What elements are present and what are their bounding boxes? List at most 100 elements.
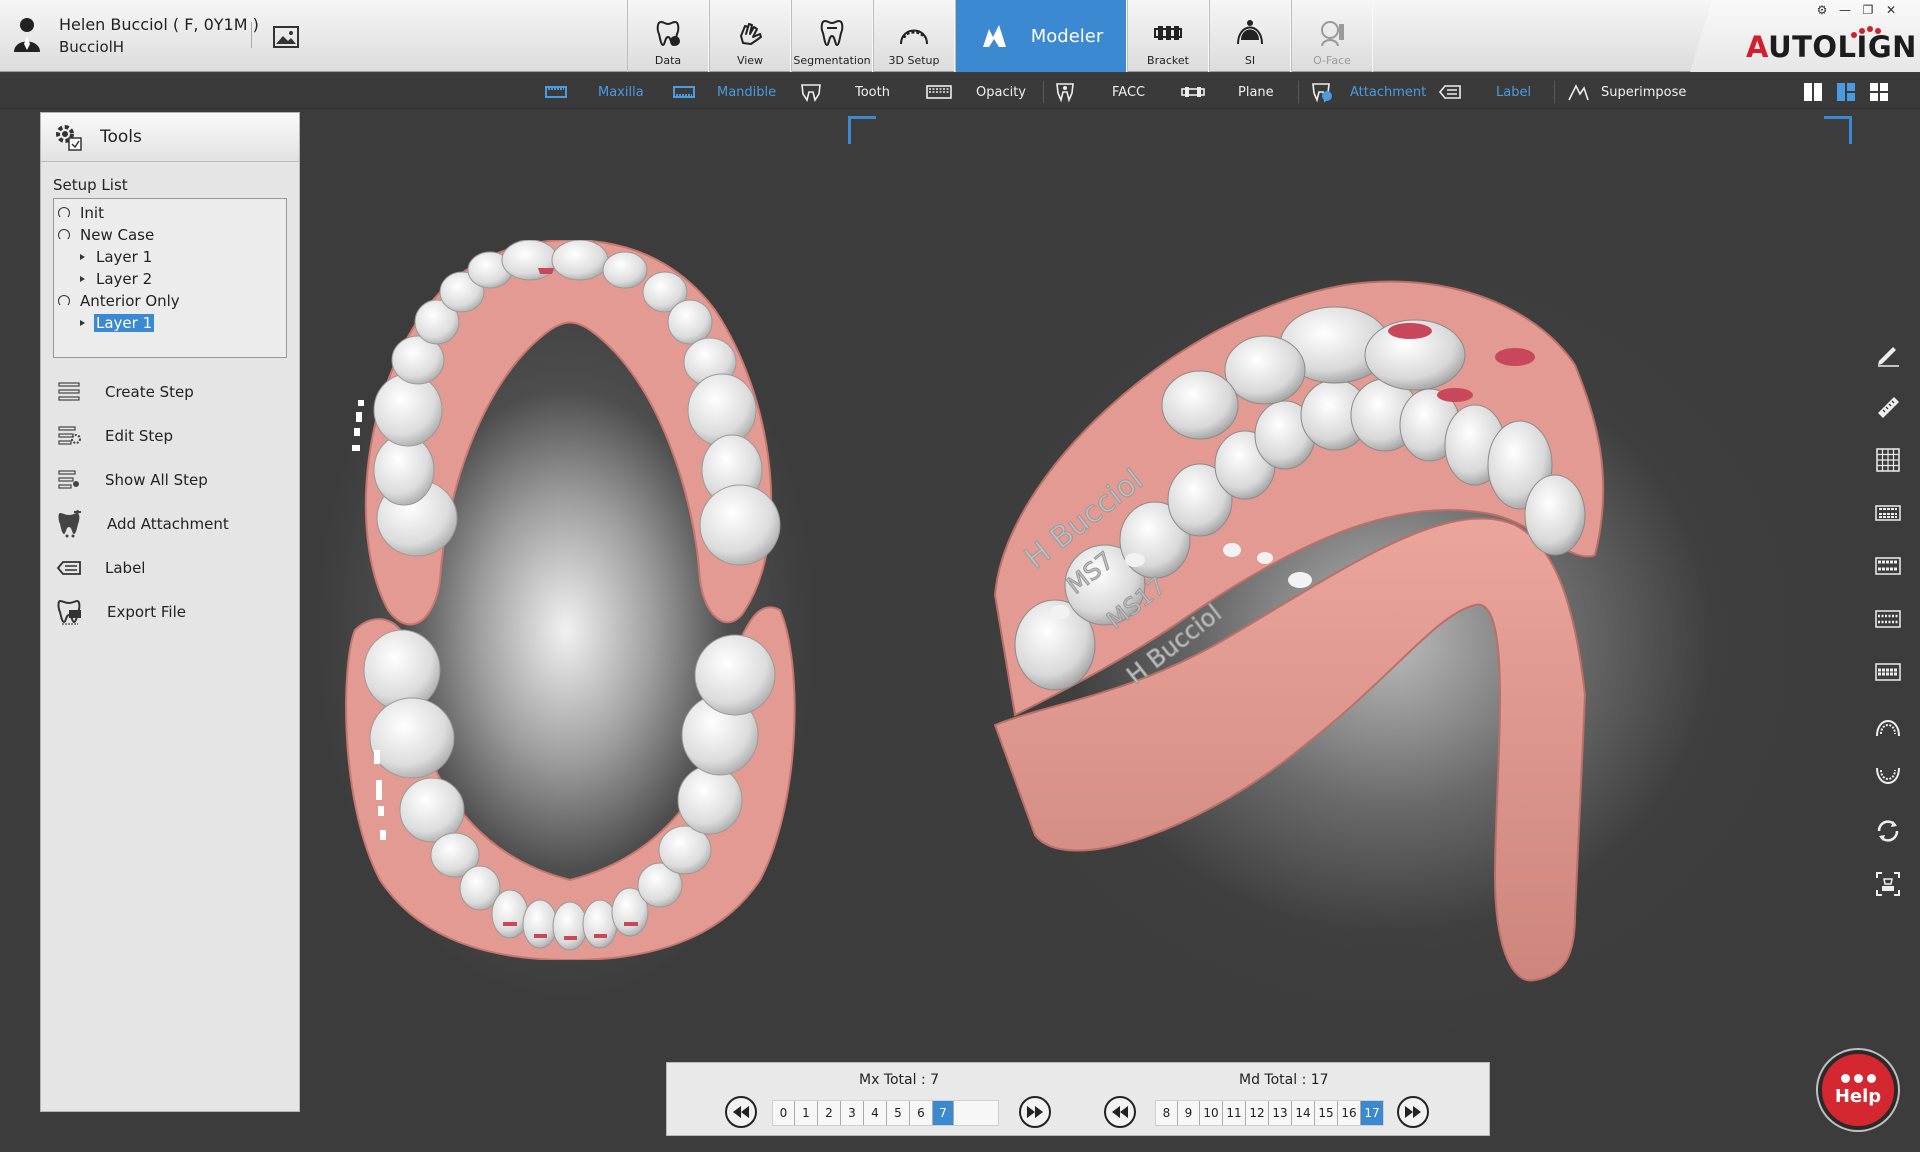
create-step-button[interactable]: Create Step [41, 370, 299, 414]
edit-step-button[interactable]: Edit Step [41, 414, 299, 458]
bracket-icon [1154, 26, 1182, 40]
view-side-button[interactable] [1872, 550, 1904, 582]
toolbar-separator [1298, 81, 1299, 103]
setup-node-anterior-layer-1[interactable]: Layer 1 [54, 312, 286, 334]
step-cell[interactable]: 17 [1361, 1101, 1383, 1125]
layout-triple-icon[interactable] [1836, 82, 1856, 102]
step-cell[interactable]: 4 [864, 1101, 887, 1125]
tab-modeler-label: Modeler [1030, 25, 1104, 47]
step-cell[interactable]: 11 [1223, 1101, 1246, 1125]
expand-arrow-icon [80, 320, 85, 326]
tab-bracket-label: Bracket [1147, 54, 1189, 67]
md-forward-button[interactable] [1397, 1096, 1429, 1128]
step-cell[interactable]: 15 [1315, 1101, 1338, 1125]
view-front-button[interactable] [1872, 497, 1904, 529]
step-cell[interactable]: 2 [818, 1101, 841, 1125]
step-cell[interactable]: 8 [1156, 1101, 1178, 1125]
perspective-model-view[interactable]: H Bucciol MS7 MS17 H Bucciol [975, 275, 1695, 985]
plane-toggle[interactable]: Plane [1180, 82, 1274, 102]
view-left-button[interactable] [1872, 603, 1904, 635]
setup-node-new-case[interactable]: New Case [54, 224, 286, 246]
tab-data[interactable]: Data [627, 0, 709, 72]
restore-icon[interactable]: ❐ [1861, 3, 1875, 17]
step-cell[interactable]: 10 [1200, 1101, 1223, 1125]
view-upper-button[interactable] [1872, 709, 1904, 741]
step-bar: Mx Total : 7 Md Total : 17 01234567 8 9 10… [666, 1062, 1490, 1136]
tab-bracket[interactable]: Bracket [1127, 0, 1209, 72]
minimize-icon[interactable]: — [1838, 3, 1852, 17]
photo-icon[interactable] [273, 26, 299, 48]
tab-modeler[interactable]: Modeler [955, 0, 1127, 72]
tab-si-label: SI [1244, 54, 1256, 67]
attachment-toggle[interactable]: Attachment [1310, 82, 1426, 103]
patient-id: BucciolH [59, 38, 125, 56]
export-file-icon [57, 599, 81, 625]
label-toggle[interactable]: Label [1438, 82, 1531, 102]
step-cell[interactable]: 16 [1338, 1101, 1361, 1125]
layout-split-icon[interactable] [1803, 82, 1823, 102]
setup-node-layer-2[interactable]: Layer 2 [54, 268, 286, 290]
help-button[interactable]: Help [1818, 1050, 1898, 1130]
step-cell[interactable]: 13 [1269, 1101, 1292, 1125]
tab-si[interactable]: SI [1209, 0, 1291, 72]
superimpose-toggle[interactable]: Superimpose [1566, 82, 1686, 102]
fast-forward-icon [1405, 1106, 1421, 1118]
show-all-step-button[interactable]: Show All Step [41, 458, 299, 502]
occlusal-arches-view[interactable] [340, 240, 800, 960]
mandible-label: Mandible [717, 84, 777, 100]
grid-tool-button[interactable] [1872, 444, 1904, 476]
tab-view[interactable]: View [709, 0, 791, 72]
step-cell[interactable]: 5 [887, 1101, 910, 1125]
show-all-step-icon [58, 470, 79, 489]
capture-button[interactable] [1872, 868, 1904, 900]
ruler-tool-button[interactable] [1872, 391, 1904, 423]
rewind-icon [1112, 1106, 1128, 1118]
step-cell[interactable]: 3 [841, 1101, 864, 1125]
step-cell[interactable]: 14 [1292, 1101, 1315, 1125]
setup-node-layer-1[interactable]: Layer 1 [54, 246, 286, 268]
add-attachment-button[interactable]: Add Attachment [41, 502, 299, 546]
expand-arrow-icon [80, 276, 85, 282]
label-tag-icon [1438, 85, 1461, 99]
setup-node-anterior-only[interactable]: Anterior Only [54, 290, 286, 312]
step-cell[interactable]: 12 [1246, 1101, 1269, 1125]
step-cell[interactable]: 0 [773, 1101, 795, 1125]
tooth-toggle[interactable]: Tooth [799, 82, 890, 102]
close-icon[interactable]: ✕ [1884, 3, 1898, 17]
md-rewind-button[interactable] [1104, 1096, 1136, 1128]
window-controls: ⚙ — ❐ ✕ [1815, 3, 1898, 17]
setup-node-init[interactable]: Init [54, 202, 286, 224]
step-cell[interactable]: 7 [933, 1101, 954, 1125]
settings-icon[interactable]: ⚙ [1815, 3, 1829, 17]
mandible-toggle[interactable]: Mandible [672, 82, 776, 102]
tab-3d-setup[interactable]: 3D Setup [873, 0, 955, 72]
opacity-icon [926, 85, 952, 99]
tab-segmentation[interactable]: Segmentation [791, 0, 873, 72]
tab-o-face: O-Face [1291, 0, 1373, 72]
tab-o-face-label: O-Face [1313, 54, 1351, 67]
tooth-icon [801, 84, 821, 102]
superimpose-icon [1568, 84, 1589, 101]
facc-toggle[interactable]: FACC [1054, 82, 1145, 103]
maxilla-toggle[interactable]: Maxilla [544, 82, 644, 102]
logo-dots-icon [1851, 26, 1881, 38]
mx-forward-button[interactable] [1019, 1096, 1051, 1128]
step-cell[interactable]: 1 [795, 1101, 818, 1125]
step-cell[interactable]: 6 [910, 1101, 933, 1125]
mx-total-label: Mx Total : 7 [859, 1072, 940, 1088]
maxilla-label: Maxilla [598, 84, 644, 100]
export-file-button[interactable]: Export File [41, 590, 299, 634]
tooth-label: Tooth [855, 84, 890, 100]
stage-arc-icon [58, 229, 70, 241]
layout-quad-icon[interactable] [1869, 82, 1889, 102]
view-right-button[interactable] [1872, 656, 1904, 688]
label-button[interactable]: Label [41, 546, 299, 590]
superimpose-label: Superimpose [1601, 84, 1687, 100]
mx-rewind-button[interactable] [725, 1096, 757, 1128]
view-lower-button[interactable] [1872, 762, 1904, 794]
opacity-toggle[interactable]: Opacity [925, 82, 1026, 102]
step-cell[interactable]: 9 [1178, 1101, 1200, 1125]
pen-tool-button[interactable] [1872, 338, 1904, 370]
rotate-button[interactable] [1872, 815, 1904, 847]
fast-forward-icon [1027, 1106, 1043, 1118]
